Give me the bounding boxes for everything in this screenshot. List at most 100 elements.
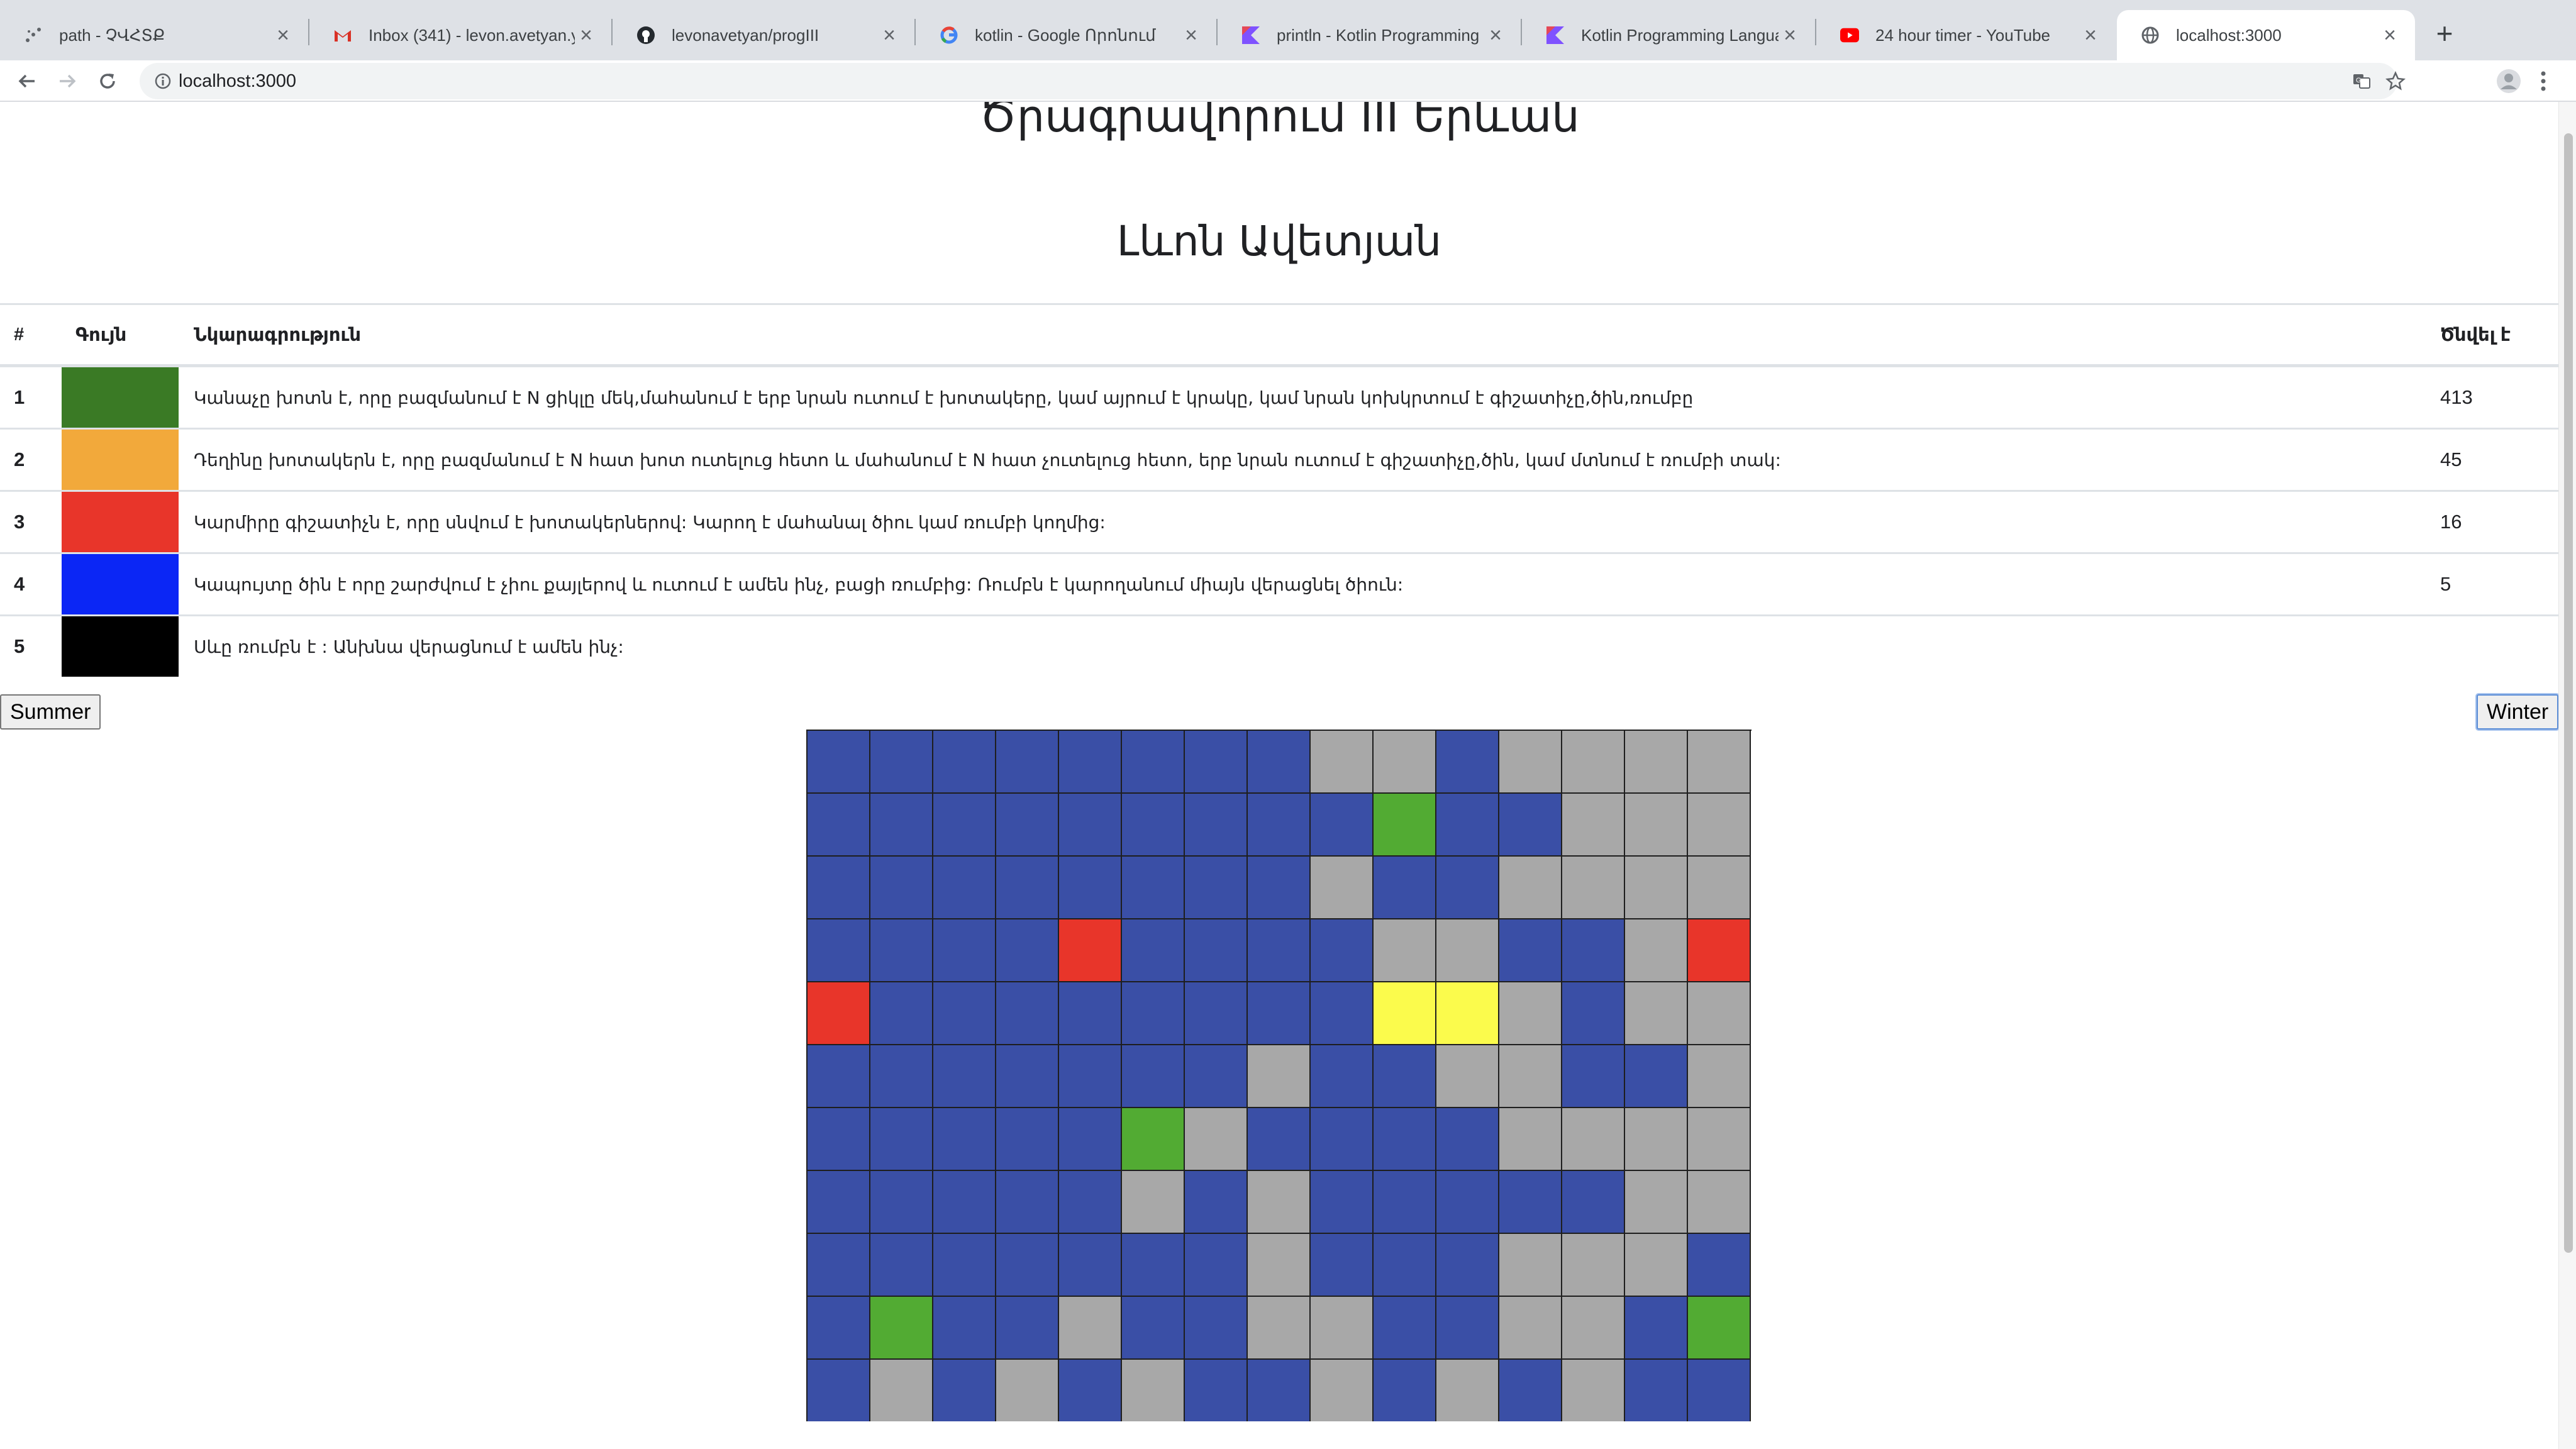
grid-cell bbox=[1436, 1234, 1499, 1297]
tab-kotlin-language[interactable]: Kotlin Programming Language × bbox=[1522, 10, 1815, 60]
close-icon[interactable]: × bbox=[1180, 24, 1202, 47]
grid-cell bbox=[1311, 982, 1374, 1045]
close-icon[interactable]: × bbox=[272, 24, 294, 47]
grid-cell bbox=[1688, 794, 1751, 857]
translate-icon[interactable]: G bbox=[2346, 65, 2377, 97]
grid-cell bbox=[1059, 982, 1122, 1045]
grid-cell bbox=[1688, 731, 1751, 794]
grid-cell bbox=[996, 1045, 1059, 1108]
dots-icon bbox=[24, 26, 43, 45]
grid-cell bbox=[1374, 857, 1436, 919]
row-count: 45 bbox=[2426, 428, 2558, 491]
grid-cell bbox=[1248, 919, 1311, 982]
close-icon[interactable]: × bbox=[2379, 24, 2401, 47]
reload-icon bbox=[100, 74, 115, 89]
kotlin-icon bbox=[1241, 26, 1260, 45]
close-icon[interactable]: × bbox=[575, 24, 597, 47]
color-cell bbox=[62, 614, 180, 677]
grid-cell bbox=[1122, 857, 1185, 919]
grid-cell bbox=[1625, 1234, 1688, 1297]
grid-cell bbox=[870, 794, 933, 857]
grid-cell bbox=[1625, 731, 1688, 794]
grid-cell bbox=[1185, 731, 1248, 794]
arrow-left-icon bbox=[18, 74, 35, 88]
grid-cell bbox=[870, 1108, 933, 1171]
color-cell bbox=[62, 428, 180, 491]
forward-button[interactable] bbox=[49, 63, 86, 99]
winter-button[interactable]: Winter bbox=[2477, 694, 2559, 730]
page-scrollbar[interactable] bbox=[2558, 102, 2576, 1449]
grid-cell bbox=[1311, 731, 1374, 794]
tab-google[interactable]: kotlin - Google Որոնում × bbox=[916, 10, 1216, 60]
row-count bbox=[2426, 614, 2558, 677]
address-bar[interactable]: localhost:3000 G bbox=[140, 63, 2406, 99]
profile-avatar[interactable] bbox=[2490, 63, 2527, 99]
tab-title: path - ՉՎՀՏՔ bbox=[59, 25, 165, 45]
summer-button[interactable]: Summer bbox=[0, 694, 101, 730]
close-icon[interactable]: × bbox=[878, 24, 901, 47]
grid-cell bbox=[870, 1360, 933, 1421]
star-icon[interactable] bbox=[2380, 65, 2411, 97]
grid-cell bbox=[996, 1108, 1059, 1171]
grid-cell bbox=[1059, 1360, 1122, 1421]
grid-cell bbox=[1436, 794, 1499, 857]
grid-cell bbox=[1311, 857, 1374, 919]
tab-gmail[interactable]: Inbox (341) - levon.avetyan.y@ × bbox=[309, 10, 611, 60]
grid-cell bbox=[1374, 1297, 1436, 1360]
grid-cell bbox=[1499, 1171, 1562, 1234]
grid-cell bbox=[1436, 919, 1499, 982]
grid-cell bbox=[1436, 1297, 1499, 1360]
tab-path[interactable]: path - ՉՎՀՏՔ × bbox=[0, 10, 308, 60]
grid-cell bbox=[808, 794, 870, 857]
grid-cell bbox=[1625, 1108, 1688, 1171]
grid-cell bbox=[1625, 919, 1688, 982]
grid-cell bbox=[1059, 857, 1122, 919]
menu-button[interactable] bbox=[2531, 63, 2556, 99]
row-num: 1 bbox=[0, 365, 62, 429]
grid-cell bbox=[1059, 1297, 1122, 1360]
grid-cell bbox=[1059, 731, 1122, 794]
grid-cell bbox=[933, 1360, 996, 1421]
info-icon[interactable] bbox=[147, 65, 179, 97]
grid-cell bbox=[1374, 1234, 1436, 1297]
tab-github[interactable]: levonavetyan/progIII × bbox=[613, 10, 914, 60]
tab-title: localhost:3000 bbox=[2176, 25, 2282, 45]
grid-cell bbox=[1122, 1108, 1185, 1171]
table-row: 4 Կապույտը ծին է որը շարժվում է չիու քայ… bbox=[0, 552, 2558, 616]
color-swatch bbox=[62, 554, 179, 614]
color-swatch bbox=[62, 430, 179, 490]
grid-cell bbox=[1248, 1234, 1311, 1297]
grid-cell bbox=[1436, 1171, 1499, 1234]
grid-cell bbox=[808, 919, 870, 982]
tab-localhost[interactable]: localhost:3000 × bbox=[2117, 10, 2415, 60]
grid-cell bbox=[1562, 1297, 1625, 1360]
grid-cell bbox=[1625, 982, 1688, 1045]
grid-cell bbox=[1248, 1297, 1311, 1360]
browser-tab-strip: path - ՉՎՀՏՔ × Inbox (341) - levon.avety… bbox=[0, 0, 2576, 60]
close-icon[interactable]: × bbox=[1484, 24, 1507, 47]
header-color: Գույն bbox=[62, 303, 180, 367]
color-cell bbox=[62, 365, 180, 429]
grid-cell bbox=[933, 1234, 996, 1297]
grid-cell bbox=[1436, 731, 1499, 794]
scrollbar-thumb[interactable] bbox=[2564, 133, 2573, 1253]
grid-cell bbox=[1248, 1045, 1311, 1108]
grid-cell bbox=[933, 919, 996, 982]
tab-kotlin-println[interactable]: println - Kotlin Programming La × bbox=[1218, 10, 1521, 60]
grid-cell bbox=[1374, 1108, 1436, 1171]
tab-youtube[interactable]: 24 hour timer - YouTube × bbox=[1816, 10, 2116, 60]
close-icon[interactable]: × bbox=[1779, 24, 1801, 47]
grid-cell bbox=[1688, 1171, 1751, 1234]
close-icon[interactable]: × bbox=[2079, 24, 2102, 47]
grid-cell bbox=[1248, 794, 1311, 857]
grid-cell bbox=[933, 1045, 996, 1108]
grid-cell bbox=[1625, 1297, 1688, 1360]
reload-button[interactable] bbox=[89, 63, 126, 99]
grid-cell bbox=[996, 1171, 1059, 1234]
grid-cell bbox=[1688, 1360, 1751, 1421]
grid-cell bbox=[1122, 1234, 1185, 1297]
back-button[interactable] bbox=[9, 63, 45, 99]
grid-cell bbox=[1688, 1045, 1751, 1108]
grid-cell bbox=[933, 1171, 996, 1234]
new-tab-button[interactable]: + bbox=[2426, 15, 2463, 52]
